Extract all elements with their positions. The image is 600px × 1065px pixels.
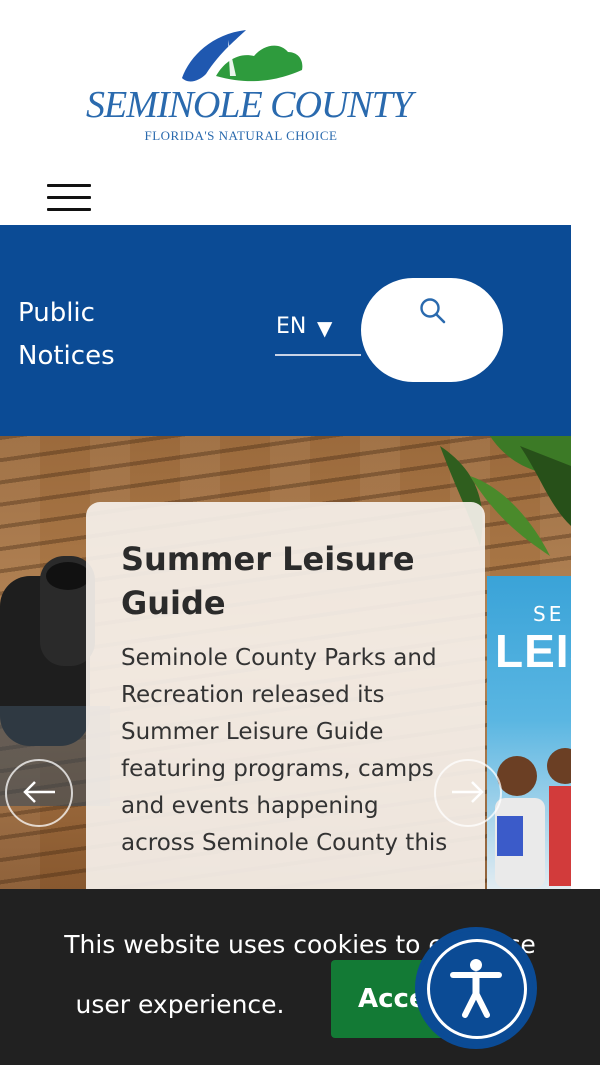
slider-prev-button[interactable]: [5, 759, 73, 827]
cover-title-text: LEIS: [495, 625, 571, 677]
cover-small-text: SE: [533, 602, 565, 626]
caret-down-icon: ▼: [317, 316, 333, 340]
arrow-left-icon: [23, 781, 55, 803]
slider-next-button[interactable]: [434, 759, 502, 827]
search-icon: [420, 298, 446, 324]
logo-tagline: FLORIDA'S NATURAL CHOICE: [144, 128, 338, 143]
site-logo[interactable]: SEMINOLE COUNTY FLORIDA'S NATURAL CHOICE: [0, 0, 600, 170]
children-image: [495, 748, 571, 888]
hamburger-menu-icon[interactable]: [47, 184, 93, 214]
accessibility-icon: [450, 959, 502, 1018]
slide-title[interactable]: Summer Leisure Guide: [121, 537, 461, 625]
language-select[interactable]: EN ▼: [275, 310, 361, 356]
language-value: EN: [276, 314, 307, 339]
public-notices-link[interactable]: Public Notices: [18, 292, 148, 378]
search-button[interactable]: [361, 278, 503, 382]
logo-name: SEMINOLE COUNTY: [86, 84, 413, 126]
arrow-right-icon: [452, 781, 484, 803]
slide-description: Seminole County Parks and Recreation rel…: [121, 645, 448, 856]
cookie-message-line2: user experience.: [75, 990, 285, 1019]
accessibility-button[interactable]: [419, 931, 533, 1045]
